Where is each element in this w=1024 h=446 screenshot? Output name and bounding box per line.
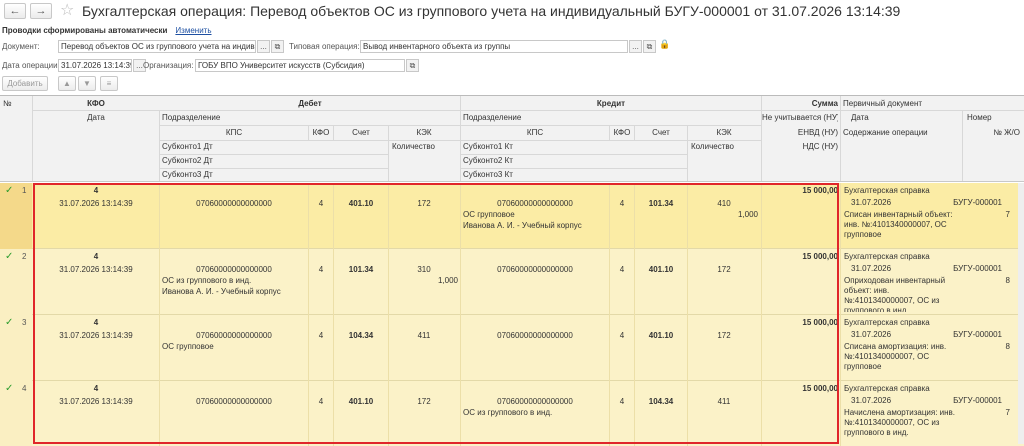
row-number: 2: [22, 252, 27, 261]
check-icon: ✓: [5, 185, 14, 196]
typical-operation-select-button[interactable]: ...: [629, 40, 642, 53]
col-primary-number[interactable]: Номер: [967, 113, 992, 123]
col-num[interactable]: №: [3, 99, 12, 109]
window-title: Бухгалтерская операция: Перевод объектов…: [82, 3, 901, 19]
col-dt-division[interactable]: Подразделение: [162, 113, 220, 123]
check-icon: ✓: [5, 383, 14, 394]
col-sub1-dt[interactable]: Субконто1 Дт: [162, 142, 213, 152]
organization-label: Организация:: [143, 61, 194, 70]
title-bar: ← → ☆ Бухгалтерская операция: Перевод об…: [0, 0, 1024, 22]
check-icon: ✓: [5, 251, 14, 262]
cell-doc-date: 31.07.2026: [851, 396, 892, 405]
cell-doc-number: БУГУ-000001: [953, 396, 1002, 405]
document-label: Документ:: [2, 42, 40, 51]
cell-doc-date: 31.07.2026: [851, 330, 892, 339]
cell-journal: 7: [1005, 408, 1010, 417]
col-content[interactable]: Содержание операции: [843, 128, 928, 138]
col-date[interactable]: Дата: [33, 113, 159, 123]
cell-doc-date: 31.07.2026: [851, 198, 892, 207]
col-envd[interactable]: ЕНВД (НУ): [762, 128, 838, 138]
col-sub2-dt[interactable]: Субконто2 Дт: [162, 156, 213, 166]
col-dt-account[interactable]: Счет: [334, 128, 388, 138]
col-sub3-kt[interactable]: Субконто3 Кт: [463, 170, 513, 180]
col-dt-kfo[interactable]: КФО: [309, 128, 333, 138]
document-open-button[interactable]: ⧉: [271, 40, 284, 53]
vertical-scrollbar[interactable]: [1018, 183, 1024, 444]
cell-content: Начислена амортизация: инв. №:4101340000…: [844, 408, 956, 437]
row-number: 3: [22, 318, 27, 327]
date-field[interactable]: 31.07.2026 13:14:39: [58, 59, 132, 72]
status-line: Проводки сформированы автоматически Измен…: [2, 26, 212, 35]
col-credit[interactable]: Кредит: [461, 99, 761, 109]
col-primary-doc[interactable]: Первичный документ: [843, 99, 922, 109]
cell-doc-number: БУГУ-000001: [953, 264, 1002, 273]
col-vat[interactable]: НДС (НУ): [762, 142, 838, 152]
cell-doc-number: БУГУ-000001: [953, 198, 1002, 207]
col-kt-account[interactable]: Счет: [635, 128, 687, 138]
date-label: Дата операции:: [2, 61, 60, 70]
cell-doc-name: Бухгалтерская справка: [844, 318, 930, 327]
col-primary-date[interactable]: Дата: [851, 113, 869, 123]
col-dt-quantity[interactable]: Количество: [392, 142, 435, 152]
col-kt-division[interactable]: Подразделение: [463, 113, 521, 123]
cell-doc-date: 31.07.2026: [851, 264, 892, 273]
sort-button[interactable]: ≡: [100, 76, 118, 91]
cell-doc-name: Бухгалтерская справка: [844, 384, 930, 393]
forward-button[interactable]: →: [30, 3, 52, 19]
col-dt-kek[interactable]: КЭК: [389, 128, 459, 138]
cell-content: Оприходован инвентарный объект: инв. №:4…: [844, 276, 946, 312]
col-sub1-kt[interactable]: Субконто1 Кт: [463, 142, 513, 152]
col-sum[interactable]: Сумма: [762, 99, 838, 109]
col-sub3-dt[interactable]: Субконто3 Дт: [162, 170, 213, 180]
typical-operation-open-button[interactable]: ⧉: [643, 40, 656, 53]
col-sub2-kt[interactable]: Субконто2 Кт: [463, 156, 513, 166]
change-link[interactable]: Изменить: [175, 26, 211, 35]
cell-journal: 7: [1005, 210, 1010, 219]
cell-journal: 8: [1005, 276, 1010, 285]
back-button[interactable]: ←: [4, 3, 26, 19]
move-up-button[interactable]: ▲: [58, 76, 76, 91]
check-icon: ✓: [5, 317, 14, 328]
col-kt-kek[interactable]: КЭК: [688, 128, 760, 138]
document-select-button[interactable]: ...: [257, 40, 270, 53]
row-number: 4: [22, 384, 27, 393]
add-button[interactable]: Добавить: [2, 76, 48, 91]
col-dt-kps[interactable]: КПС: [160, 128, 308, 138]
col-kt-kfo[interactable]: КФО: [610, 128, 634, 138]
cell-doc-number: БУГУ-000001: [953, 330, 1002, 339]
cell-doc-name: Бухгалтерская справка: [844, 252, 930, 261]
move-down-button[interactable]: ▼: [78, 76, 96, 91]
col-kfo[interactable]: КФО: [33, 99, 159, 109]
document-field[interactable]: Перевод объектов ОС из группового учета …: [58, 40, 256, 53]
cell-content: Списан инвентарный объект: инв. №:410134…: [844, 210, 953, 239]
cell-journal: 8: [1005, 342, 1010, 351]
row-number: 1: [22, 186, 27, 195]
cell-doc-name: Бухгалтерская справка: [844, 186, 930, 195]
typical-operation-field[interactable]: Вывод инвентарного объекта из группы: [360, 40, 628, 53]
typical-operation-label: Типовая операция:: [289, 42, 360, 51]
organization-field[interactable]: ГОБУ ВПО Университет искусств (Субсидия): [195, 59, 405, 72]
col-journal[interactable]: № Ж/О: [962, 128, 1020, 138]
star-icon[interactable]: ☆: [60, 1, 74, 21]
col-debit[interactable]: Дебет: [160, 99, 460, 109]
lock-icon: 🔒: [659, 39, 671, 49]
cell-content: Списана амортизация: инв. №:410134000000…: [844, 342, 947, 371]
organization-open-button[interactable]: ⧉: [406, 59, 419, 72]
col-kt-kps[interactable]: КПС: [461, 128, 609, 138]
col-not-nu[interactable]: Не учитывается (НУ): [762, 113, 838, 123]
status-text: Проводки сформированы автоматически: [2, 26, 168, 35]
col-kt-quantity[interactable]: Количество: [691, 142, 734, 152]
table-header: № КФО Дебет Кредит Сумма Первичный докум…: [0, 96, 1024, 182]
highlight-frame: [33, 183, 839, 444]
